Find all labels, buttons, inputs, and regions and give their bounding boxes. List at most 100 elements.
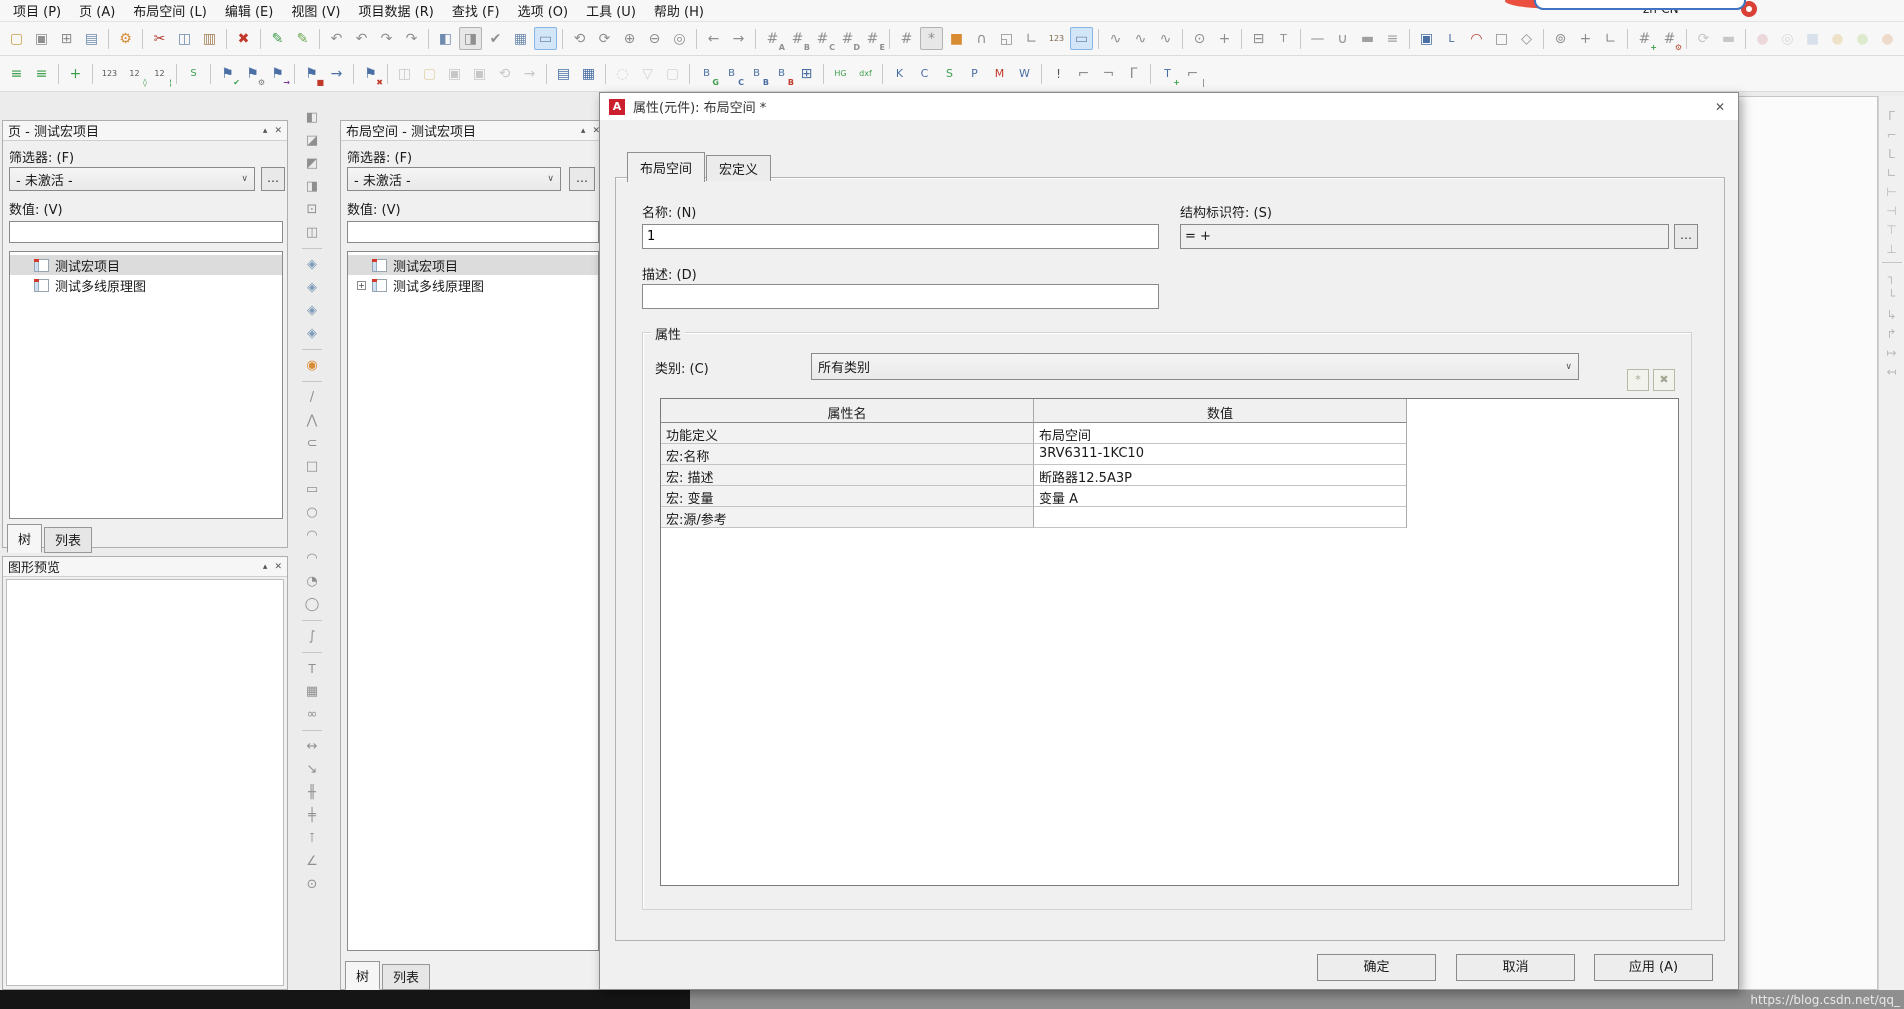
view-cube-nw-icon[interactable]: ◨ <box>300 175 324 198</box>
m-navigator-icon[interactable]: M <box>988 62 1011 85</box>
layer-rings-icon[interactable]: ◎ <box>1776 27 1799 50</box>
input-box-icon[interactable]: ▭ <box>1070 27 1093 50</box>
distribute-icon[interactable]: + <box>1574 27 1597 50</box>
sync-disabled-icon[interactable]: ⟳ <box>1692 27 1715 50</box>
tab-列表[interactable]: 列表 <box>44 527 93 553</box>
table-row[interactable]: 宏:源/参考 <box>661 507 1407 528</box>
close-icon[interactable]: ✕ <box>274 562 282 572</box>
window-preview-icon[interactable]: ◨ <box>459 27 482 50</box>
value-input[interactable] <box>9 221 283 243</box>
view-cube-ne-icon[interactable]: ◩ <box>300 152 324 175</box>
close-icon[interactable]: ✕ <box>274 126 282 136</box>
filter-more-button[interactable]: … <box>261 167 285 191</box>
tree-item[interactable]: + 测试多线原理图 <box>348 275 598 295</box>
redo-icon[interactable]: ↷ <box>375 27 398 50</box>
u-loop-icon[interactable]: ∪ <box>1331 27 1354 50</box>
route-arrow-icon[interactable]: ↳ <box>1882 305 1902 324</box>
signal-tracking-icon[interactable]: ∿ <box>1104 27 1127 50</box>
check-settings-icon[interactable]: ⚑ ⚙ <box>241 62 265 88</box>
s-navigator-icon[interactable]: S <box>938 62 961 85</box>
undo-history-icon[interactable]: ↶ <box>350 27 373 50</box>
terminal-numbering-icon[interactable]: 12 ¦ <box>148 62 172 87</box>
gem-view-3-icon[interactable]: ◈ <box>300 299 324 322</box>
grid-size-c-icon[interactable]: # C <box>811 27 835 53</box>
stretch-points-icon[interactable]: + <box>1213 27 1236 50</box>
device-numbering-icon[interactable]: 123 <box>98 62 121 85</box>
grid-config-icon[interactable]: # + <box>1633 27 1657 53</box>
k-navigator-icon[interactable]: K <box>888 62 911 85</box>
new-page-icon[interactable]: ▢ <box>418 62 441 85</box>
frame-edge-top-icon[interactable]: ⊤ <box>1882 220 1902 239</box>
ghost-funnel-icon[interactable]: ▽ <box>636 62 659 85</box>
ghost-circle-icon[interactable]: ◌ <box>611 62 634 85</box>
paste-icon[interactable]: ▥ <box>198 27 221 50</box>
grid-size-a-icon[interactable]: # A <box>761 27 785 53</box>
numbering-123-icon[interactable]: 123 <box>1045 27 1068 50</box>
corner-nw-icon[interactable]: ¬ <box>1097 62 1120 85</box>
polyline-tool-icon[interactable]: ⋀ <box>300 409 324 432</box>
grid-size-e-icon[interactable]: # E <box>861 27 885 53</box>
frame-corner-bl-icon[interactable]: L <box>1882 144 1902 163</box>
frame-corner-br-icon[interactable]: ∟ <box>1882 163 1902 182</box>
menu-item[interactable]: 帮助 (H) <box>645 0 713 22</box>
tree-item[interactable]: 测试宏项目 <box>348 255 598 275</box>
sector-tool-icon[interactable]: ◔ <box>300 570 324 593</box>
text-tool-icon[interactable]: T <box>300 657 324 680</box>
corner-handles-icon[interactable]: L <box>1440 27 1463 50</box>
dock-editor-icon[interactable]: ▭ <box>534 27 557 50</box>
ok-button[interactable]: 确定 <box>1317 954 1436 981</box>
tab-宏定义[interactable]: 宏定义 <box>706 155 772 181</box>
copy-icon[interactable]: ◫ <box>173 27 196 50</box>
line-tool-icon[interactable]: / <box>300 386 324 409</box>
route-corner-alt-icon[interactable]: └ <box>1882 286 1902 305</box>
dxf-export-icon[interactable]: dxf <box>854 62 877 85</box>
column-header[interactable]: 数值 <box>1034 399 1407 423</box>
corner-frame-icon[interactable]: Γ <box>1122 62 1145 85</box>
rectangle-tool-icon[interactable]: □ <box>300 455 324 478</box>
insert-point-icon[interactable]: ⊙ <box>1188 27 1211 50</box>
dialog-title-bar[interactable]: A 属性(元件): 布局空间 * ✕ <box>600 93 1738 120</box>
zoom-in-icon[interactable]: ⊕ <box>618 27 641 50</box>
dim-linear-icon[interactable]: ↔ <box>300 735 324 758</box>
menu-item[interactable]: 查找 (F) <box>443 0 509 22</box>
structure-more-button[interactable]: … <box>1674 224 1698 249</box>
navigator-bc-icon[interactable]: BC <box>720 62 744 87</box>
w-navigator-icon[interactable]: W <box>1013 62 1036 85</box>
dim-continued-icon[interactable]: ╫ <box>300 781 324 804</box>
format-brush-icon[interactable]: ✎ <box>266 27 289 50</box>
arc-center-tool-icon[interactable]: ◠ <box>300 547 324 570</box>
s-pages-icon[interactable]: S <box>182 62 205 85</box>
page-properties-icon[interactable]: ▣ <box>443 62 466 85</box>
layer-pink-icon[interactable]: ● <box>1751 27 1774 50</box>
c-navigator-icon[interactable]: C <box>913 62 936 85</box>
menu-item[interactable]: 工具 (U) <box>577 0 645 22</box>
nav-tree-collapse-icon[interactable]: ≡ <box>5 62 28 85</box>
print-icon[interactable]: ▤ <box>80 27 103 50</box>
view-cube-se-icon[interactable]: ◧ <box>300 106 324 129</box>
flat-bar-icon[interactable]: ▬ <box>1717 27 1740 50</box>
grid-display-icon[interactable]: # <box>895 27 918 50</box>
menu-item[interactable]: 视图 (V) <box>282 0 349 22</box>
window-split-icon[interactable]: ◧ <box>434 27 457 50</box>
close-icon[interactable]: ✕ <box>1711 100 1729 114</box>
page-properties-alt-icon[interactable]: ▣ <box>468 62 491 85</box>
gem-view-2-icon[interactable]: ◈ <box>300 276 324 299</box>
delete-property-button[interactable]: ✖ <box>1653 369 1675 391</box>
filter-dropdown[interactable]: - 未激活 - ∨ <box>347 167 561 191</box>
signal-grid-icon[interactable]: ∿ <box>1154 27 1177 50</box>
connection-line-icon[interactable]: — <box>1306 27 1329 50</box>
redo-history-icon[interactable]: ↷ <box>400 27 423 50</box>
table-row[interactable]: 宏:名称 3RV6311-1KC10 <box>661 444 1407 465</box>
pin-map-icon[interactable]: ↦ <box>1882 343 1902 362</box>
half-block-icon[interactable]: ▬ <box>1356 27 1379 50</box>
layer-blue-square-icon[interactable]: ■ <box>1801 27 1824 50</box>
p-navigator-icon[interactable]: P <box>963 62 986 85</box>
dim-radius-icon[interactable]: ⊙ <box>300 873 324 896</box>
edge-node-icon[interactable]: ⌐ | <box>1181 62 1205 88</box>
navigator-grid-icon[interactable]: ⊞ <box>795 62 818 85</box>
dim-reduced-icon[interactable]: ⊺ <box>300 827 324 850</box>
navigator-bb-alt-icon[interactable]: BB <box>770 62 794 87</box>
frame-corner-tl-icon[interactable]: Γ <box>1882 106 1902 125</box>
add-property-button[interactable]: * <box>1627 369 1649 391</box>
expander-icon[interactable]: + <box>357 280 366 290</box>
